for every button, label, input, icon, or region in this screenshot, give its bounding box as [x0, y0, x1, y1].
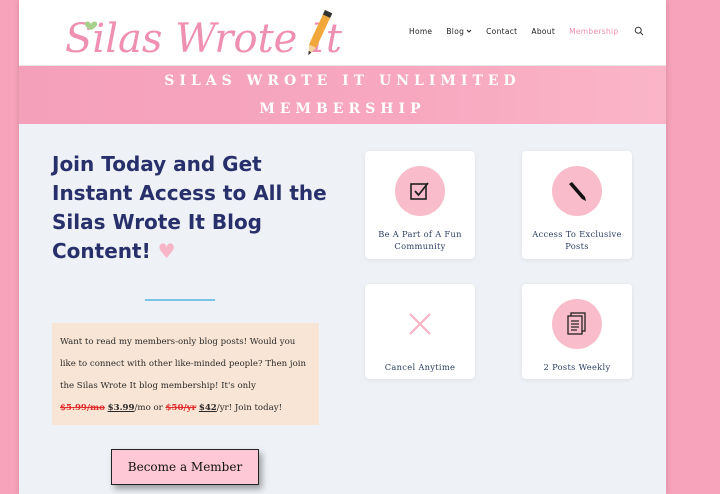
new-yearly-price: $42: [198, 403, 217, 413]
nav-contact[interactable]: Contact: [486, 27, 517, 36]
feature-icon-circle: [552, 166, 602, 216]
section-divider: [145, 299, 215, 301]
search-icon[interactable]: [634, 26, 644, 36]
checkbox-icon: [410, 182, 429, 200]
nav-membership[interactable]: Membership: [569, 27, 618, 36]
nav-blog[interactable]: Blog: [446, 27, 472, 36]
nav-blog-label: Blog: [446, 26, 465, 36]
new-monthly-price: $3.99: [107, 403, 135, 413]
become-member-button[interactable]: Become a Member: [111, 449, 259, 485]
chevron-down-icon: [466, 29, 472, 33]
document-icon: [567, 312, 586, 335]
join-today-text: Join today!: [234, 403, 283, 413]
page-frame: Silas Wrote It Home Blog Contact About M…: [19, 0, 666, 494]
old-monthly-price: $5.99/mo: [60, 403, 105, 413]
logo-graphic: Silas Wrote It: [65, 10, 343, 62]
feature-card-posts: 2 Posts Weekly: [522, 284, 632, 379]
feature-icon-circle: [395, 166, 445, 216]
banner-line-2: MEMBERSHIP: [259, 101, 426, 117]
nav-home[interactable]: Home: [409, 27, 432, 36]
old-yearly-price: $50/yr: [165, 403, 197, 413]
logo-text: Silas Wrote It: [65, 16, 343, 62]
membership-info-box: Want to read my members-only blog posts!…: [52, 323, 319, 425]
heart-icon: ♥: [157, 239, 176, 263]
feature-card-cancel: Cancel Anytime: [365, 284, 475, 379]
close-icon: [409, 313, 431, 335]
main-nav: Home Blog Contact About Membership: [409, 26, 644, 36]
yearly-unit: /yr!: [216, 403, 233, 413]
site-logo[interactable]: Silas Wrote It: [63, 8, 363, 62]
site-header: Silas Wrote It Home Blog Contact About M…: [19, 0, 666, 66]
page-headline: Join Today and Get Instant Access to All…: [52, 150, 342, 266]
feature-label: Cancel Anytime: [384, 362, 456, 372]
nav-about[interactable]: About: [531, 27, 555, 36]
banner-line-1: SILAS WROTE IT UNLIMITED: [164, 73, 521, 89]
feature-icon-wrapper: [395, 299, 445, 349]
feature-icon-circle: [552, 299, 602, 349]
feature-label: Be A Part of A Fun Community: [378, 229, 462, 251]
feature-card-exclusive: Access To Exclusive Posts: [522, 151, 632, 259]
monthly-unit: /mo or: [134, 403, 163, 413]
membership-banner: SILAS WROTE IT UNLIMITED MEMBERSHIP: [19, 66, 666, 124]
feature-label: Access To Exclusive Posts: [532, 229, 622, 251]
info-text: Want to read my members-only blog posts!…: [60, 337, 307, 391]
pen-icon: [569, 182, 586, 201]
feature-label: 2 Posts Weekly: [543, 362, 611, 372]
feature-card-community: Be A Part of A Fun Community: [365, 151, 475, 259]
headline-text: Join Today and Get Instant Access to All…: [52, 152, 327, 263]
